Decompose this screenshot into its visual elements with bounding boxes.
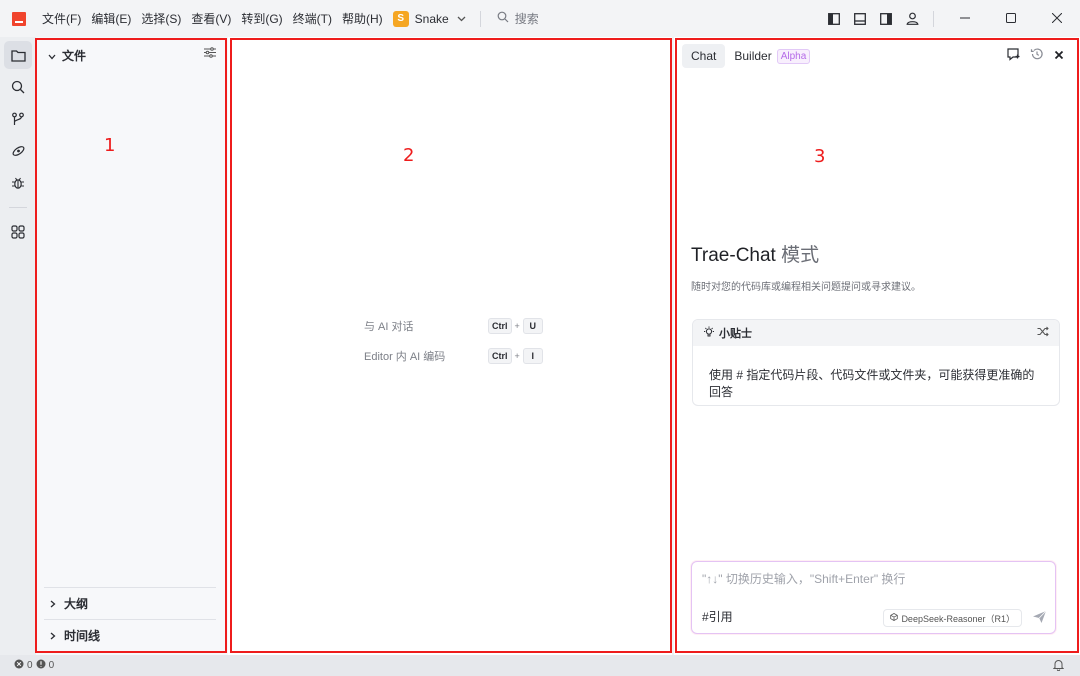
close-window-button[interactable] [1034, 0, 1080, 37]
annotation-box-1 [35, 38, 227, 653]
title-bar-actions [821, 0, 1080, 37]
activity-bar [0, 37, 36, 655]
divider [9, 207, 27, 208]
error-count[interactable]: 0 [27, 660, 33, 671]
maximize-button[interactable] [988, 0, 1034, 37]
project-switcher[interactable]: S Snake [392, 10, 466, 27]
account-icon[interactable] [899, 6, 925, 32]
annotation-label-3: 3 [814, 146, 826, 167]
warning-count[interactable]: 0 [49, 660, 55, 671]
menu-file[interactable]: 文件(F) [42, 10, 81, 27]
minimize-button[interactable] [942, 0, 988, 37]
toggle-right-panel-icon[interactable] [873, 6, 899, 32]
remote-icon[interactable] [4, 137, 32, 165]
close-icon [1051, 12, 1063, 26]
search-label: 搜索 [514, 12, 539, 26]
annotation-label-1: 1 [104, 135, 116, 156]
menu-view[interactable]: 查看(V) [191, 10, 231, 27]
menu-selection[interactable]: 选择(S) [141, 10, 181, 27]
warning-icon [36, 659, 46, 672]
chevron-down-icon [457, 14, 466, 24]
project-badge: S [392, 10, 409, 27]
menu-terminal[interactable]: 终端(T) [293, 10, 332, 27]
extensions-icon[interactable] [4, 218, 32, 246]
annotation-box-2 [230, 38, 672, 653]
annotation-label-2: 2 [403, 145, 415, 166]
debug-icon[interactable] [4, 169, 32, 197]
menu-help[interactable]: 帮助(H) [342, 10, 383, 27]
divider [933, 10, 934, 27]
divider [479, 10, 481, 27]
source-control-icon[interactable] [4, 105, 32, 133]
explorer-icon[interactable] [4, 41, 32, 69]
menu-go[interactable]: 转到(G) [241, 10, 282, 27]
status-bar: 0 0 [0, 655, 1080, 676]
bell-icon[interactable] [1052, 659, 1065, 674]
search-icon [497, 11, 509, 26]
minimize-icon [960, 12, 970, 26]
error-icon [14, 659, 24, 672]
toggle-left-panel-icon[interactable] [821, 6, 847, 32]
title-bar: 文件(F) 编辑(E) 选择(S) 查看(V) 转到(G) 终端(T) 帮助(H… [0, 0, 1080, 37]
toggle-bottom-panel-icon[interactable] [847, 6, 873, 32]
search-icon[interactable] [4, 73, 32, 101]
maximize-icon [1006, 12, 1016, 26]
project-name: Snake [414, 11, 449, 26]
trae-logo-icon [12, 11, 26, 26]
menu-edit[interactable]: 编辑(E) [91, 10, 131, 27]
global-search[interactable]: 搜索 [497, 10, 539, 27]
annotation-box-3 [675, 38, 1079, 653]
